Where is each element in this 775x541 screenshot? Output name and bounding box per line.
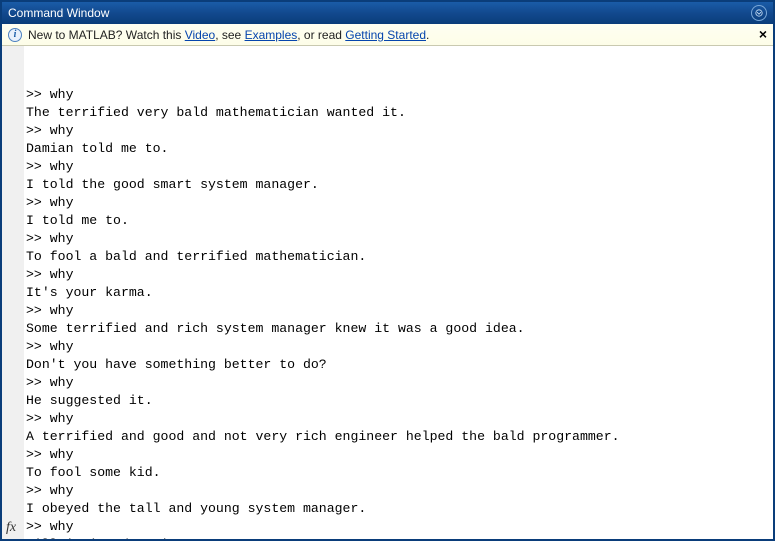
info-prefix: New to MATLAB? Watch this <box>28 28 185 42</box>
info-mid1: , see <box>215 28 244 42</box>
command-window: Command Window i New to MATLAB? Watch th… <box>0 0 775 541</box>
link-video[interactable]: Video <box>185 28 215 42</box>
console-output: >> why The terrified very bald mathemati… <box>26 86 769 539</box>
console[interactable]: >> why The terrified very bald mathemati… <box>24 46 773 539</box>
window-menu-button[interactable] <box>751 5 767 21</box>
close-icon[interactable]: × <box>759 27 767 41</box>
workarea: fx >> why The terrified very bald mathem… <box>2 46 773 539</box>
titlebar: Command Window <box>2 2 773 24</box>
info-bar: i New to MATLAB? Watch this Video, see E… <box>2 24 773 46</box>
gutter: fx <box>2 46 24 539</box>
link-examples[interactable]: Examples <box>245 28 298 42</box>
info-suffix: . <box>426 28 429 42</box>
chevron-down-icon <box>755 9 763 17</box>
info-mid2: , or read <box>297 28 345 42</box>
window-title: Command Window <box>8 6 109 20</box>
info-text: New to MATLAB? Watch this Video, see Exa… <box>28 28 429 42</box>
link-getting-started[interactable]: Getting Started <box>345 28 426 42</box>
info-icon: i <box>8 28 22 42</box>
fx-label: fx <box>2 520 16 539</box>
